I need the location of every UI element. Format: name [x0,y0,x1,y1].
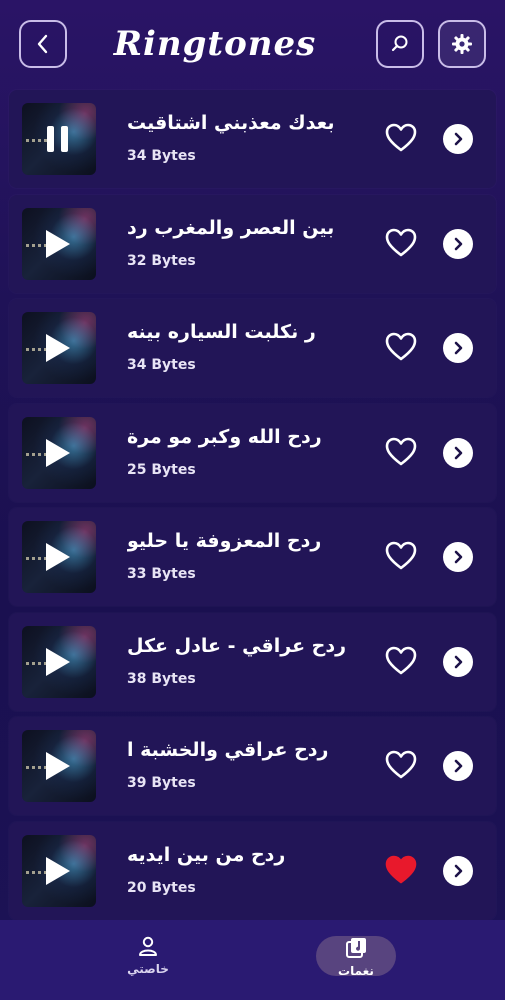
favorite-button[interactable] [384,645,418,677]
open-ringtone-button[interactable] [443,855,473,886]
page-title: Ringtones [113,24,317,64]
heart-icon [385,332,417,361]
favorite-button[interactable] [384,749,418,781]
gear-icon [452,34,472,54]
favorite-button[interactable] [384,854,418,886]
ringtone-name: ردح من بين ايديه [127,843,286,866]
open-ringtone-button[interactable] [443,542,473,572]
heart-icon [385,123,417,152]
ringtone-thumbnail[interactable] [22,312,96,384]
favorite-button[interactable] [384,122,418,154]
ringtone-card[interactable]: بين العصر والمغرب رد 32 Bytes [9,194,496,293]
play-icon[interactable] [46,438,70,467]
heart-icon [385,646,417,674]
open-ringtone-button[interactable] [443,646,473,677]
settings-button[interactable] [438,20,486,68]
ringtone-name: ردح عراقي - عادل عكل [127,634,347,657]
chevron-right-icon [454,132,463,146]
ringtone-card[interactable]: ر نكلبت السياره بينه 34 Bytes [9,299,496,397]
chevron-right-icon [454,655,463,668]
music-library-icon [346,938,366,958]
favorite-button[interactable] [384,227,418,259]
play-icon[interactable] [46,334,70,362]
ringtone-name: ردح المعزوفة يا حليو [127,530,322,552]
app-header: Ringtones [0,0,505,90]
heart-icon [385,541,417,570]
heart-icon [385,750,417,779]
chevron-left-icon [37,34,48,54]
open-ringtone-button[interactable] [443,124,473,154]
ringtone-size: 34 Bytes [127,148,196,164]
play-icon[interactable] [46,229,70,258]
play-icon[interactable] [46,752,70,780]
nav-tab-tones[interactable]: نغمات [316,934,396,990]
favorite-button[interactable] [384,436,418,468]
ringtone-name: ردح عراقي والخشبة ا [127,739,329,761]
favorite-button[interactable] [384,540,418,572]
ringtone-size: 34 Bytes [127,357,196,373]
heart-icon [385,228,417,256]
chevron-right-icon [454,237,463,250]
chevron-right-icon [454,864,463,877]
open-ringtone-button[interactable] [443,333,473,363]
ringtone-size: 33 Bytes [127,566,196,582]
heart-icon [385,855,417,883]
ringtone-card[interactable]: ردح المعزوفة يا حليو 33 Bytes [9,508,496,606]
ringtone-thumbnail[interactable] [22,103,96,175]
play-icon[interactable] [46,856,70,885]
ringtone-size: 25 Bytes [127,461,196,478]
ringtone-card[interactable]: بعدك معذبني اشتاقيت 34 Bytes [9,90,496,188]
ringtone-name: ردح الله وكبر مو مرة [127,425,322,448]
user-icon [139,936,157,956]
ringtone-card[interactable]: ردح عراقي والخشبة ا 39 Bytes [9,717,496,815]
bottom-navigation: خاصتي نغمات [0,920,505,1000]
favorite-button[interactable] [384,331,418,363]
ringtone-size: 32 Bytes [127,252,196,269]
ringtone-size: 39 Bytes [127,775,196,791]
chevron-right-icon [454,446,463,459]
ringtone-size: 20 Bytes [127,879,196,896]
pause-icon[interactable] [47,126,71,152]
ringtone-thumbnail[interactable] [22,730,96,802]
play-icon[interactable] [46,543,70,571]
search-button[interactable] [376,20,424,68]
ringtone-card[interactable]: ردح الله وكبر مو مرة 25 Bytes [9,403,496,502]
ringtone-card[interactable]: ردح عراقي - عادل عكل 38 Bytes [9,612,496,711]
nav-tab-profile[interactable]: خاصتي [108,934,188,990]
ringtone-thumbnail[interactable] [22,834,96,907]
ringtone-thumbnail[interactable] [22,625,96,698]
ringtone-name: بين العصر والمغرب رد [127,216,335,239]
back-button[interactable] [19,20,67,68]
heart-icon [385,437,417,465]
nav-label-tones: نغمات [338,964,374,978]
ringtone-thumbnail[interactable] [22,521,96,593]
chevron-right-icon [454,550,463,564]
ringtone-card[interactable]: ردح من بين ايديه 20 Bytes [9,821,496,920]
play-icon[interactable] [46,647,70,676]
search-icon [391,35,408,52]
ringtone-name: بعدك معذبني اشتاقيت [127,112,335,134]
open-ringtone-button[interactable] [443,751,473,781]
ringtone-thumbnail[interactable] [22,207,96,280]
ringtone-name: ر نكلبت السياره بينه [127,321,316,343]
ringtone-size: 38 Bytes [127,670,196,687]
open-ringtone-button[interactable] [443,437,473,468]
nav-label-profile: خاصتي [127,962,169,976]
chevron-right-icon [454,759,463,773]
ringtone-thumbnail[interactable] [22,416,96,489]
chevron-right-icon [454,341,463,355]
open-ringtone-button[interactable] [443,228,473,259]
